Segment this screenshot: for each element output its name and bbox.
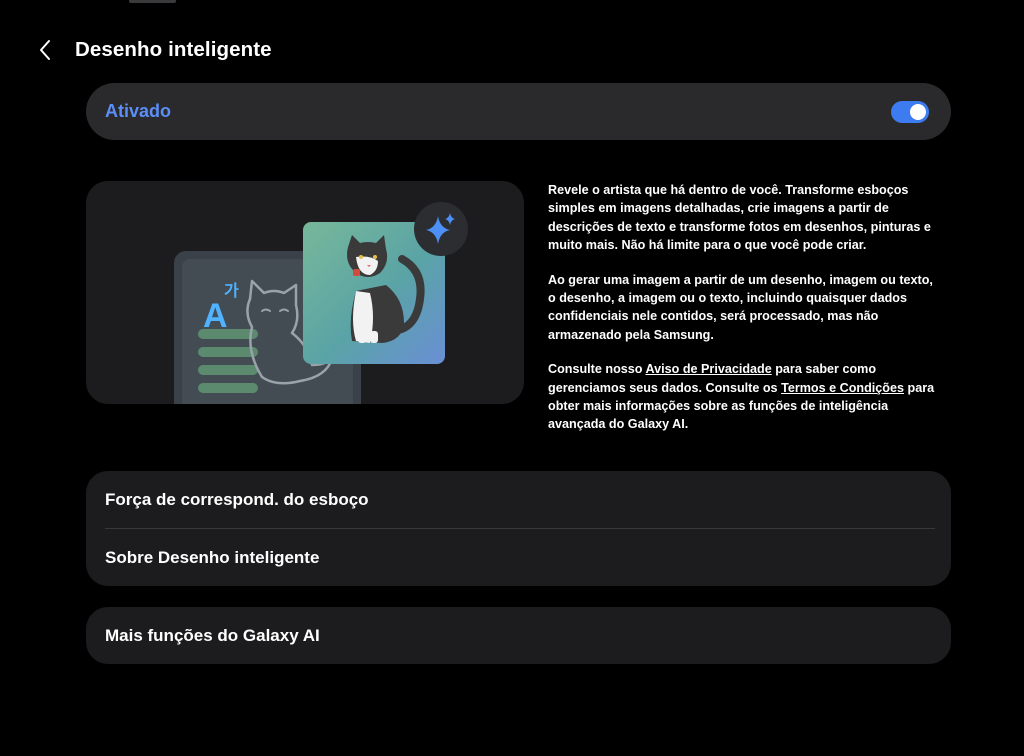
about-item[interactable]: Sobre Desenho inteligente (86, 529, 951, 586)
description-paragraph-2: Ao gerar uma imagem a partir de um desen… (548, 272, 933, 342)
glyph-korean: 가 (224, 281, 239, 300)
sketch-strength-item[interactable]: Força de correspond. do esboço (86, 471, 951, 528)
more-galaxy-ai-item[interactable]: Mais funções do Galaxy AI (86, 607, 951, 664)
terms-link[interactable]: Termos e Condições (781, 381, 904, 395)
description-paragraph-1: Revele o artista que há dentro de você. … (548, 183, 931, 253)
header: Desenho inteligente (38, 30, 272, 70)
back-button[interactable] (38, 30, 64, 70)
description-paragraph-3: Consulte nosso Aviso de Privacidade para… (548, 362, 935, 432)
privacy-notice-link[interactable]: Aviso de Privacidade (646, 362, 772, 376)
sparkle-badge (414, 202, 468, 256)
page-title: Desenho inteligente (75, 38, 272, 61)
more-features-card: Mais funções do Galaxy AI (86, 607, 951, 664)
glyph-latin: A (203, 297, 228, 335)
settings-list: Força de correspond. do esboço Sobre Des… (86, 471, 951, 586)
feature-illustration: A 가 (86, 181, 524, 404)
switch-knob (910, 103, 926, 120)
chevron-left-icon (40, 40, 50, 60)
feature-description: Revele o artista que há dentro de você. … (548, 181, 940, 450)
enable-toggle-row[interactable]: Ativado (86, 83, 951, 140)
enable-switch[interactable] (891, 100, 929, 123)
toggle-label: Ativado (105, 101, 172, 121)
status-bar-indicator (129, 0, 176, 3)
